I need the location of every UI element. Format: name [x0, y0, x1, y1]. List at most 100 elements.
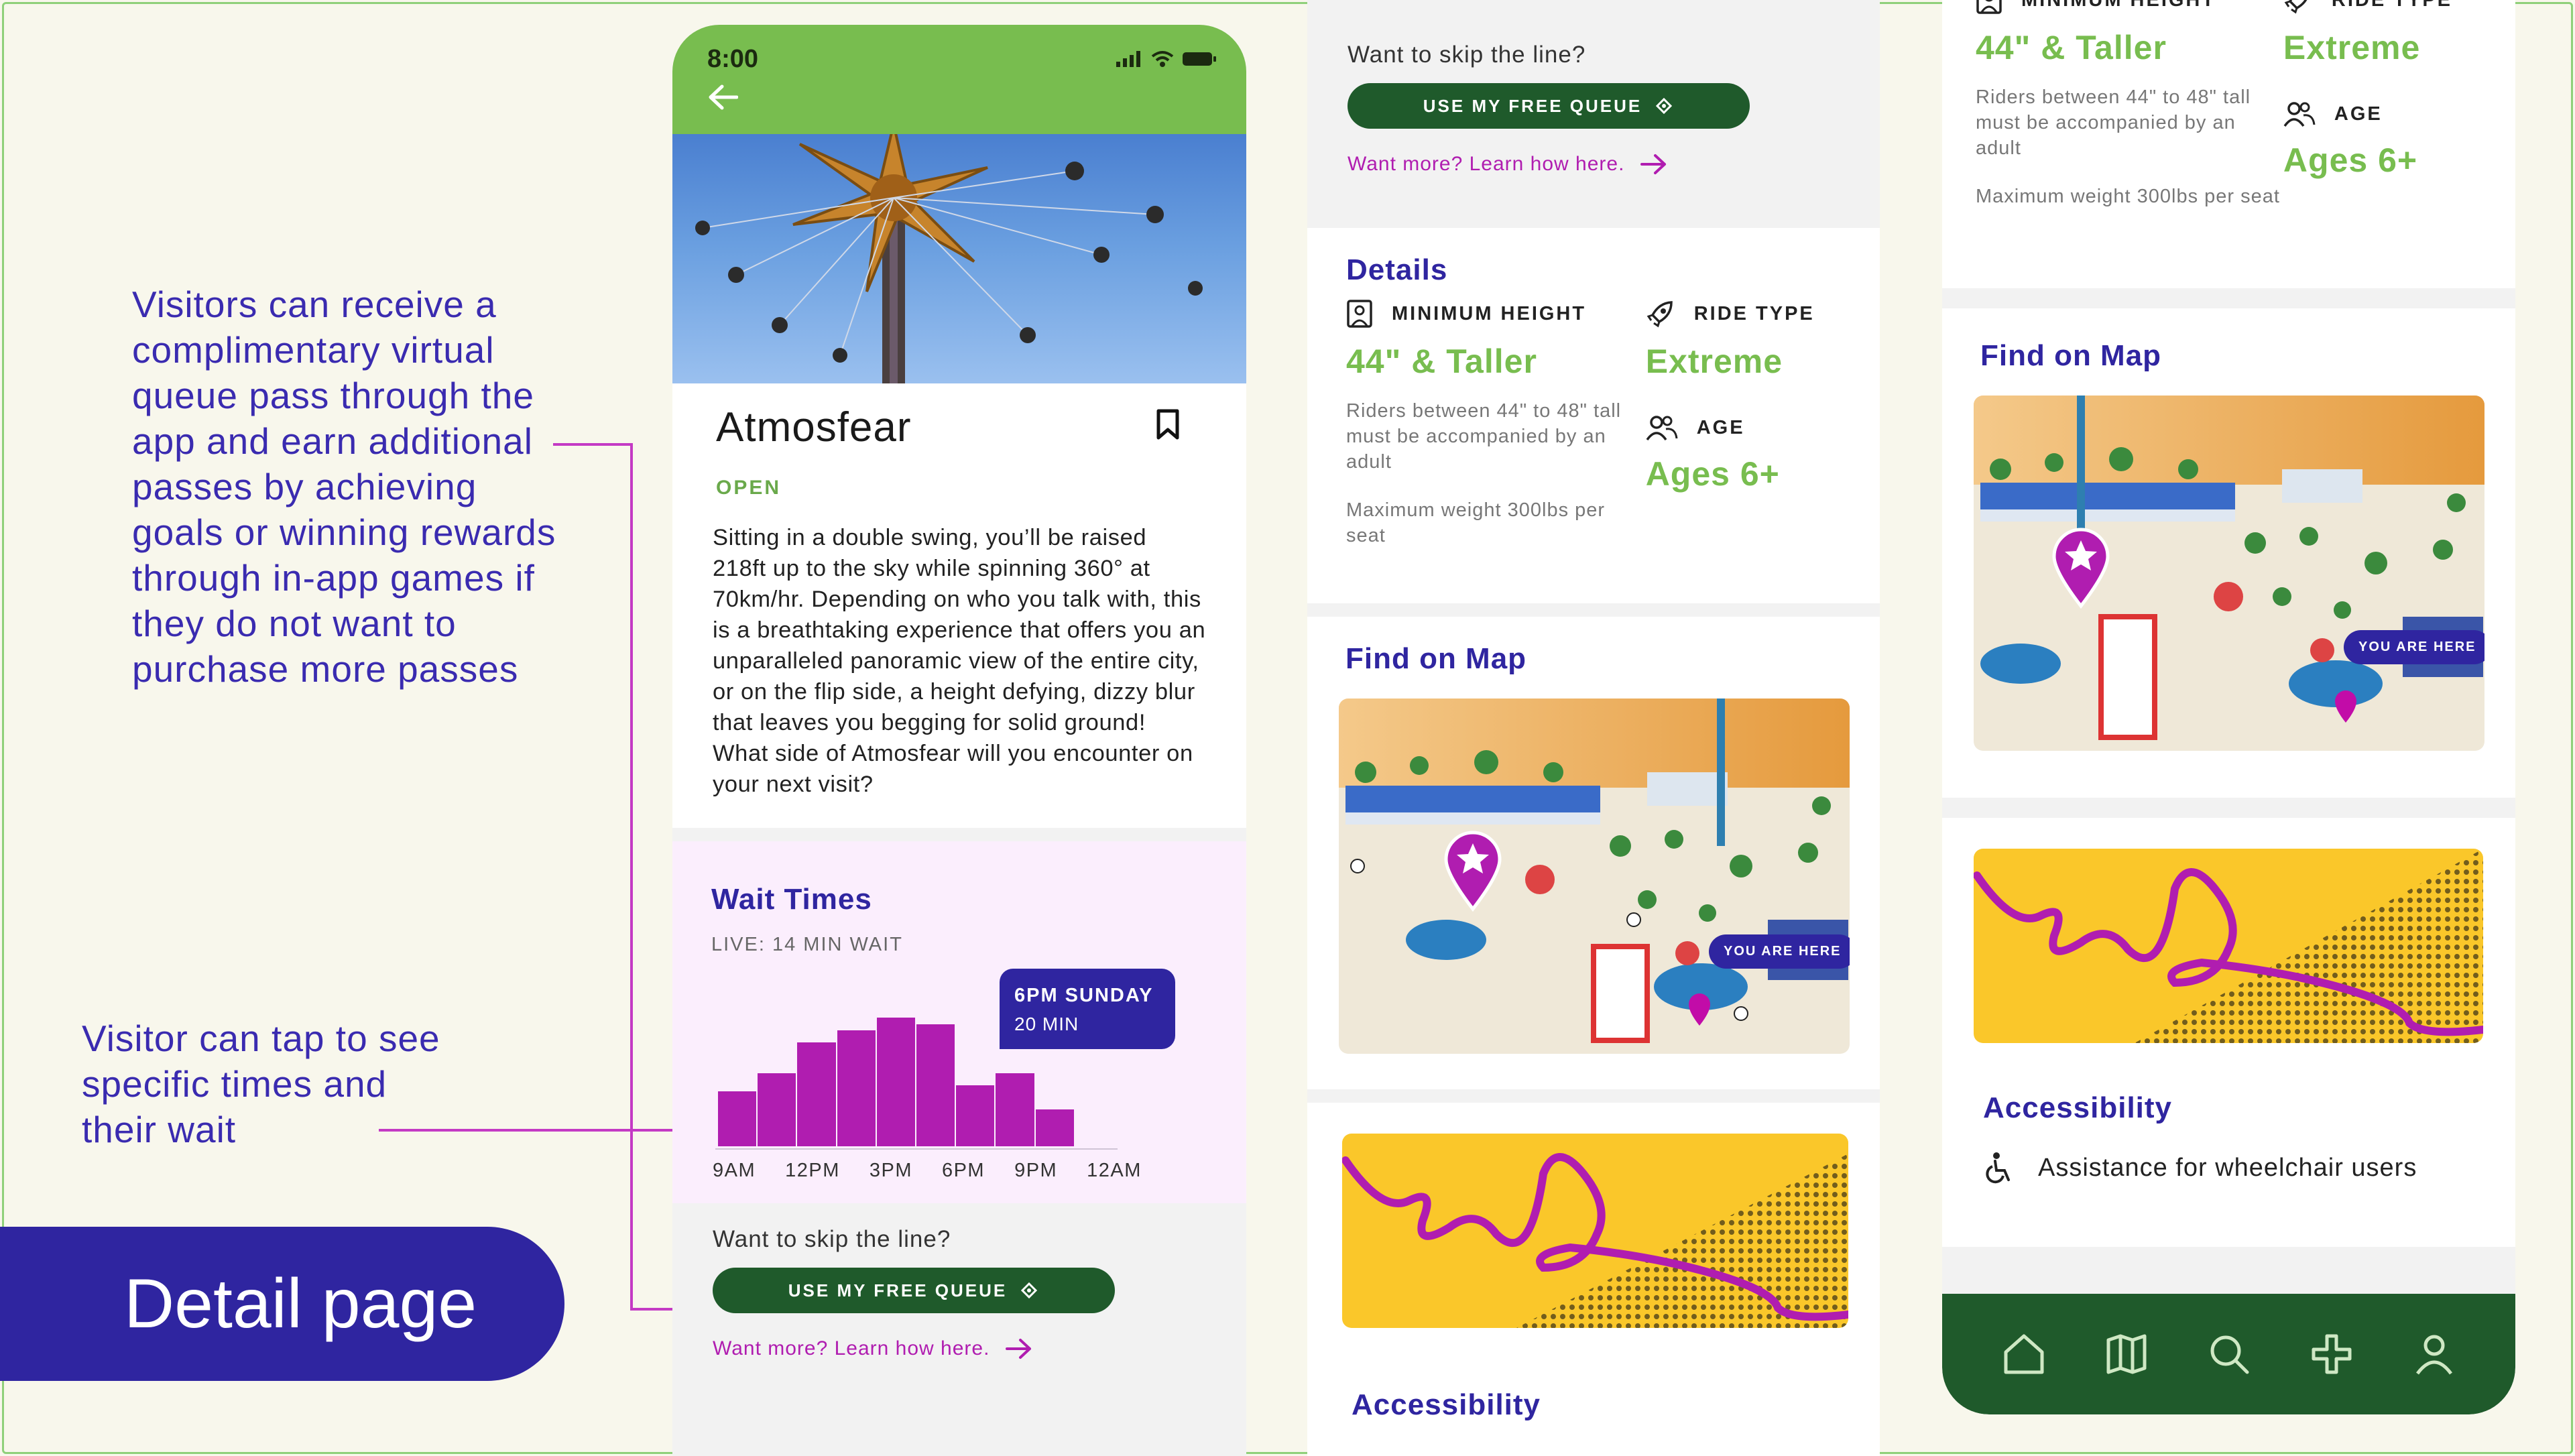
ride-status-badge: OPEN — [716, 477, 782, 499]
phone-screen-bottom: MINIMUM HEIGHT 44" & Taller Riders betwe… — [1942, 0, 2515, 1414]
find-on-map-card-3: Find on Map YOU ARE HERE — [1942, 308, 2515, 798]
use-free-queue-button[interactable]: USE MY FREE QUEUE — [713, 1268, 1115, 1313]
min-height-label-3: MINIMUM HEIGHT — [2021, 0, 2216, 11]
ride-location-pin-icon — [1444, 831, 1502, 912]
use-free-queue-button-2[interactable]: USE MY FREE QUEUE — [1348, 83, 1750, 129]
skip-line-section-2: Want to skip the line? USE MY FREE QUEUE… — [1307, 0, 1880, 215]
phone-screen-top: 8:00 Atmosfear OPEN Sitting in a double … — [672, 25, 1246, 1456]
ride-type-label-row: RIDE TYPE — [1646, 299, 1841, 328]
age-label-3: AGE — [2334, 103, 2383, 125]
phone-screen-middle: Want to skip the line? USE MY FREE QUEUE… — [1307, 0, 1880, 1456]
x-tick-label: 9AM — [713, 1160, 756, 1181]
wait-bar[interactable] — [916, 1024, 955, 1146]
rocket-icon — [1646, 301, 1673, 328]
chart-baseline — [715, 1148, 1118, 1150]
ride-title: Atmosfear — [716, 404, 912, 450]
park-map-3[interactable]: YOU ARE HERE — [1974, 396, 2484, 751]
x-tick-label: 12AM — [1087, 1160, 1142, 1181]
wait-times-title: Wait Times — [711, 883, 872, 916]
weight-note: Maximum weight 300lbs per seat — [1346, 499, 1606, 546]
details-card-3: MINIMUM HEIGHT 44" & Taller Riders betwe… — [1942, 0, 2515, 288]
chart-x-labels: 9AM 12PM 3PM 6PM 9PM 12AM — [713, 1160, 1142, 1182]
min-height-value: 44" & Taller — [1346, 343, 1537, 380]
home-icon[interactable] — [2002, 1332, 2046, 1376]
wheelchair-icon — [1986, 1152, 2010, 1184]
age-value-3: Ages 6+ — [2283, 141, 2418, 179]
weight-note-3: Maximum weight 300lbs per seat — [1976, 186, 2280, 207]
bookmark-icon[interactable] — [1156, 409, 1179, 440]
page-label: Detail page — [0, 1227, 564, 1381]
min-height-label-row: MINIMUM HEIGHT — [1346, 299, 1646, 328]
ride-photo-illustration — [695, 134, 1203, 383]
x-tick-label: 12PM — [785, 1160, 840, 1181]
skip-question: Want to skip the line? — [713, 1226, 951, 1252]
back-arrow-icon[interactable] — [707, 84, 738, 111]
you-are-here-badge-3: YOU ARE HERE — [2344, 630, 2484, 664]
ride-type-value-3: Extreme — [2283, 29, 2421, 66]
wait-times-section: Wait Times LIVE: 14 MIN WAIT 9AM 12PM 3PM 6… — [672, 841, 1246, 1203]
ride-type-label: RIDE TYPE — [1693, 302, 1815, 324]
ride-type-value: Extreme — [1645, 343, 1783, 380]
accessibility-image — [1342, 1134, 1848, 1328]
wait-bar[interactable] — [956, 1085, 995, 1146]
accessibility-illustration — [1342, 1153, 1848, 1328]
min-height-label-row-3: MINIMUM HEIGHT — [1976, 0, 2283, 15]
find-on-map-title-3: Find on Map — [1980, 339, 2162, 372]
details-type-column: RIDE TYPE Extreme AGE Ages 6+ — [1646, 299, 1841, 548]
you-are-here-badge: YOU ARE HERE — [1709, 934, 1850, 969]
tooltip-wait: 20 MIN — [1014, 1014, 1079, 1034]
map-icon[interactable] — [2104, 1332, 2149, 1376]
wait-bar[interactable] — [837, 1030, 876, 1146]
accessibility-title: Accessibility — [1352, 1388, 1541, 1421]
accessibility-item-text: Assistance for wheelchair users — [2038, 1153, 2417, 1182]
park-map[interactable]: YOU ARE HERE — [1339, 699, 1850, 1054]
wait-bar[interactable] — [797, 1042, 836, 1146]
arrow-right-icon — [1640, 154, 1667, 174]
people-icon — [1646, 416, 1678, 441]
games-icon[interactable] — [2310, 1332, 2354, 1376]
status-bar: 8:00 — [672, 25, 1246, 134]
bottom-nav — [1942, 1294, 2515, 1414]
learn-more-link-2[interactable]: Want more? Learn how here. — [1348, 153, 1840, 176]
ride-type-label-3: RIDE TYPE — [2332, 0, 2452, 11]
learn-more-text-2: Want more? Learn how here. — [1348, 153, 1625, 175]
ride-hero-image — [672, 134, 1246, 383]
wait-bar[interactable] — [996, 1073, 1034, 1146]
ride-info-card: Atmosfear OPEN Sitting in a double swing… — [672, 383, 1246, 828]
details-grid-3: MINIMUM HEIGHT 44" & Taller Riders betwe… — [1976, 0, 2482, 209]
wait-bar[interactable] — [718, 1091, 757, 1146]
tooltip-day: 6PM SUNDAY — [1014, 985, 1154, 1006]
find-on-map-card: Find on Map YOU ARE HERE — [1307, 617, 1880, 1089]
learn-more-link[interactable]: Want more? Learn how here. — [713, 1337, 1206, 1360]
user-location-pin-icon — [2335, 690, 2356, 723]
ride-location-pin-icon — [2052, 528, 2110, 609]
wait-bar[interactable] — [1035, 1109, 1074, 1146]
height-icon — [1976, 0, 2002, 14]
accessibility-card-3: Accessibility Assistance for wheelchair … — [1942, 818, 2515, 1247]
skip-line-section: Want to skip the line? USE MY FREE QUEUE… — [672, 1203, 1246, 1383]
queue-button-label-2: USE MY FREE QUEUE — [1423, 95, 1642, 116]
profile-icon[interactable] — [2412, 1332, 2456, 1376]
wait-bar[interactable] — [876, 1018, 916, 1146]
x-tick-label: 6PM — [941, 1160, 985, 1181]
find-on-map-title: Find on Map — [1345, 642, 1527, 675]
ride-type-label-row-3: RIDE TYPE — [2283, 0, 2482, 15]
search-icon[interactable] — [2207, 1332, 2251, 1376]
age-label-row-3: AGE — [2283, 101, 2482, 127]
age-value: Ages 6+ — [1645, 455, 1780, 493]
wait-tooltip: 6PM SUNDAY 20 MIN — [1000, 969, 1175, 1049]
accessibility-item: Assistance for wheelchair users — [1983, 1152, 2484, 1184]
signal-icon — [1116, 51, 1140, 67]
battery-icon — [1183, 52, 1216, 66]
wait-bar[interactable] — [758, 1073, 796, 1146]
accessibility-image-3 — [1974, 849, 2483, 1043]
x-tick-label: 9PM — [1014, 1160, 1058, 1181]
learn-more-text: Want more? Learn how here. — [713, 1337, 990, 1359]
live-wait: LIVE: 14 MIN WAIT — [711, 934, 903, 955]
age-label-row: AGE — [1646, 414, 1841, 441]
arrow-right-icon — [1006, 1339, 1032, 1359]
wifi-icon — [1151, 51, 1174, 67]
queue-button-label: USE MY FREE QUEUE — [788, 1280, 1008, 1300]
skip-question-2: Want to skip the line? — [1348, 42, 1586, 68]
ticket-icon — [1021, 1282, 1038, 1299]
